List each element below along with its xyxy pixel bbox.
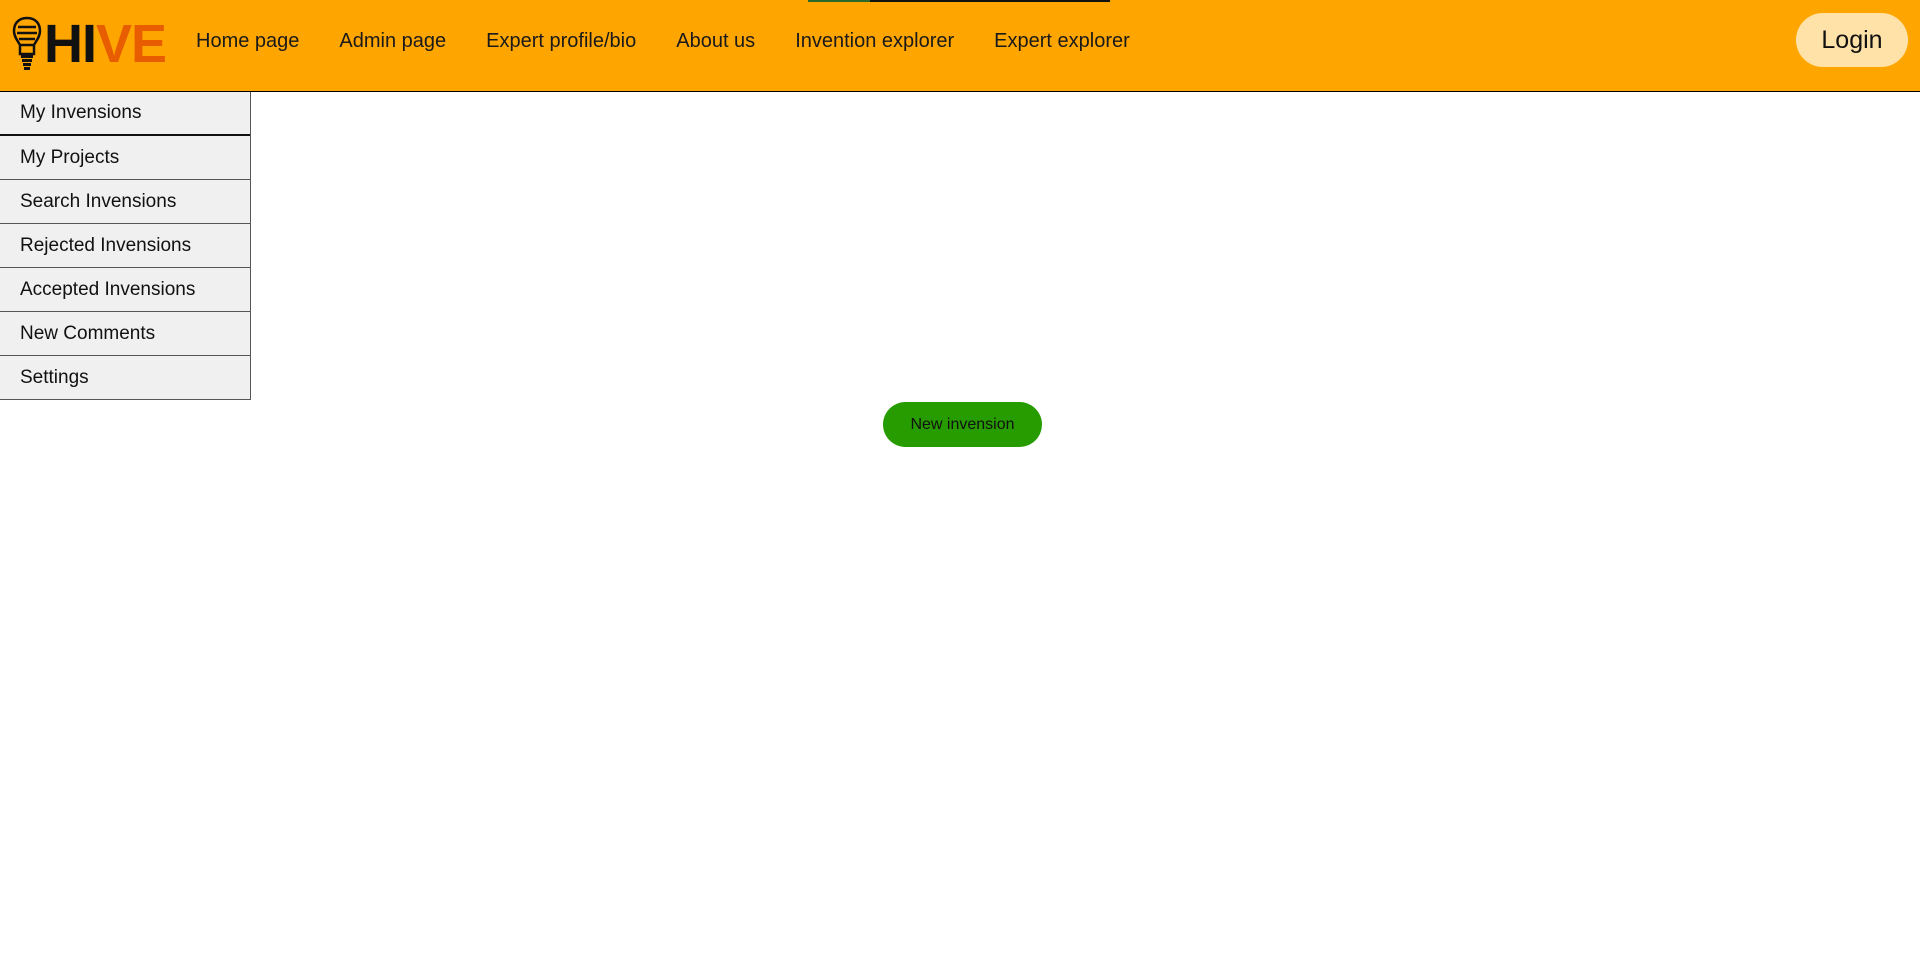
sidebar-item-my-invensions[interactable]: My Invensions <box>0 92 250 136</box>
logo-text-ve: VE <box>96 14 167 74</box>
nav-admin-page[interactable]: Admin page <box>339 30 446 53</box>
sidebar-item-rejected-invensions[interactable]: Rejected Invensions <box>0 224 250 268</box>
nav-about-us[interactable]: About us <box>676 30 755 53</box>
nav-expert-explorer[interactable]: Expert explorer <box>994 30 1130 53</box>
sidebar-item-my-projects[interactable]: My Projects <box>0 136 250 180</box>
logo[interactable]: HIVE <box>12 14 167 74</box>
nav-invention-explorer[interactable]: Invention explorer <box>795 30 954 53</box>
lightbulb-icon <box>12 16 42 70</box>
nav-home-page[interactable]: Home page <box>196 30 299 53</box>
main-nav: Home page Admin page Expert profile/bio … <box>196 0 1170 82</box>
login-button[interactable]: Login <box>1796 13 1908 67</box>
sidebar-item-new-comments[interactable]: New Comments <box>0 312 250 356</box>
logo-text: HIVE <box>44 14 167 74</box>
logo-text-hi: HI <box>44 14 97 74</box>
nav-expert-profile[interactable]: Expert profile/bio <box>486 30 636 53</box>
sidebar: My Invensions My Projects Search Invensi… <box>0 92 251 400</box>
top-navbar: HIVE Home page Admin page Expert profile… <box>0 0 1920 92</box>
sidebar-item-accepted-invensions[interactable]: Accepted Invensions <box>0 268 250 312</box>
new-invension-button[interactable]: New invension <box>883 402 1042 447</box>
sidebar-item-search-invensions[interactable]: Search Invensions <box>0 180 250 224</box>
sidebar-item-settings[interactable]: Settings <box>0 356 250 400</box>
